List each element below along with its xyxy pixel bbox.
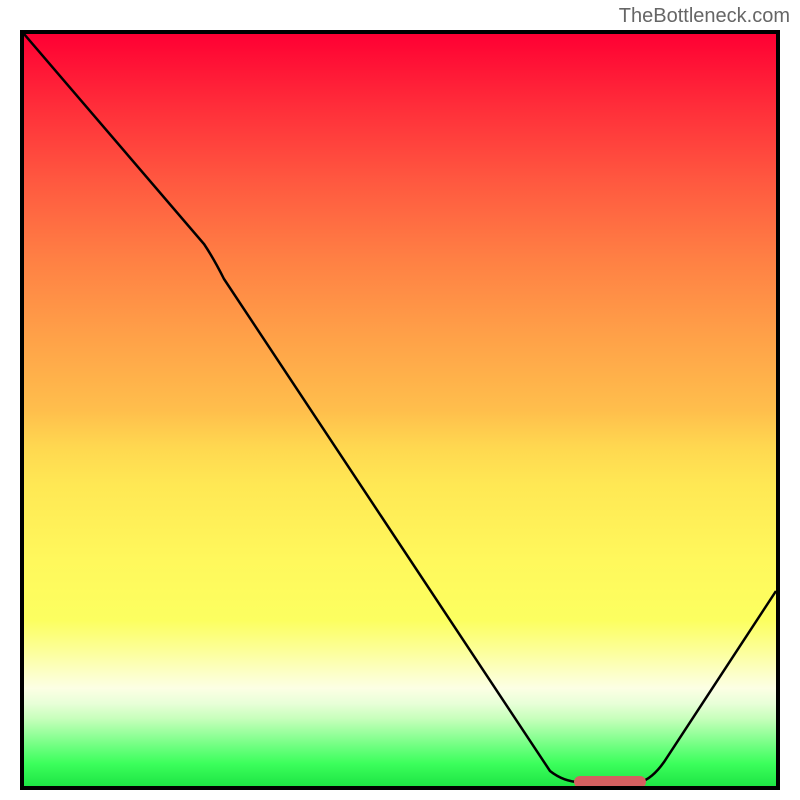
bottleneck-curve-line bbox=[24, 34, 776, 782]
curve-layer bbox=[24, 34, 776, 786]
watermark-text: TheBottleneck.com bbox=[619, 5, 790, 28]
bottleneck-gradient-plot bbox=[20, 30, 780, 790]
chart-container: TheBottleneck.com bbox=[0, 0, 800, 800]
